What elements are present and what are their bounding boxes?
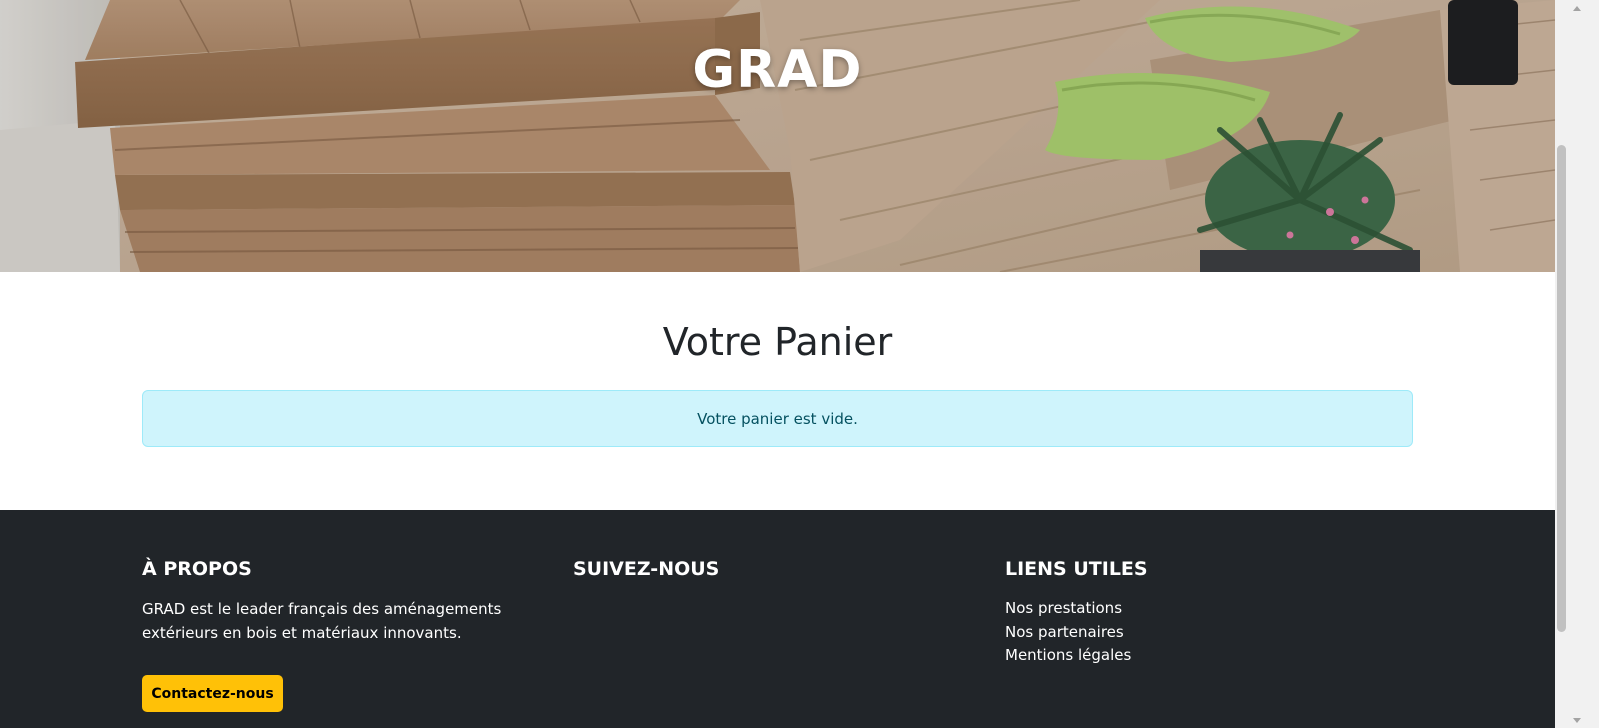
empty-cart-alert: Votre panier est vide. bbox=[142, 390, 1413, 447]
vertical-scrollbar[interactable] bbox=[1555, 0, 1599, 728]
link-mentions-legales[interactable]: Mentions légales bbox=[1005, 646, 1131, 664]
footer-about: À PROPOS GRAD est le leader français des… bbox=[142, 558, 552, 645]
footer: À PROPOS GRAD est le leader français des… bbox=[0, 510, 1555, 728]
brand-title: GRAD bbox=[692, 40, 863, 100]
list-item: Mentions légales bbox=[1005, 644, 1405, 668]
about-text: GRAD est le leader français des aménagem… bbox=[142, 600, 502, 642]
links-heading: LIENS UTILES bbox=[1005, 558, 1148, 580]
footer-follow: SUIVEZ-NOUS bbox=[573, 558, 973, 597]
contact-button[interactable]: Contactez-nous bbox=[142, 675, 283, 712]
scroll-thumb[interactable] bbox=[1557, 145, 1566, 632]
follow-heading: SUIVEZ-NOUS bbox=[573, 558, 720, 580]
alert-message: Votre panier est vide. bbox=[697, 409, 858, 428]
about-heading: À PROPOS bbox=[142, 558, 252, 580]
page-title: Votre Panier bbox=[662, 320, 893, 364]
link-prestations[interactable]: Nos prestations bbox=[1005, 599, 1122, 617]
useful-links-list: Nos prestations Nos partenaires Mentions… bbox=[1005, 597, 1405, 668]
page: GRAD Votre Panier Votre panier est vide.… bbox=[0, 0, 1599, 728]
cart-section: Votre Panier Votre panier est vide. bbox=[0, 272, 1555, 510]
scroll-down-icon[interactable] bbox=[1555, 712, 1599, 728]
hero-banner: GRAD bbox=[0, 0, 1555, 272]
list-item: Nos prestations bbox=[1005, 597, 1405, 621]
scroll-up-icon[interactable] bbox=[1555, 0, 1599, 16]
list-item: Nos partenaires bbox=[1005, 621, 1405, 645]
footer-links: LIENS UTILES Nos prestations Nos partena… bbox=[1005, 558, 1405, 668]
link-partenaires[interactable]: Nos partenaires bbox=[1005, 623, 1124, 641]
